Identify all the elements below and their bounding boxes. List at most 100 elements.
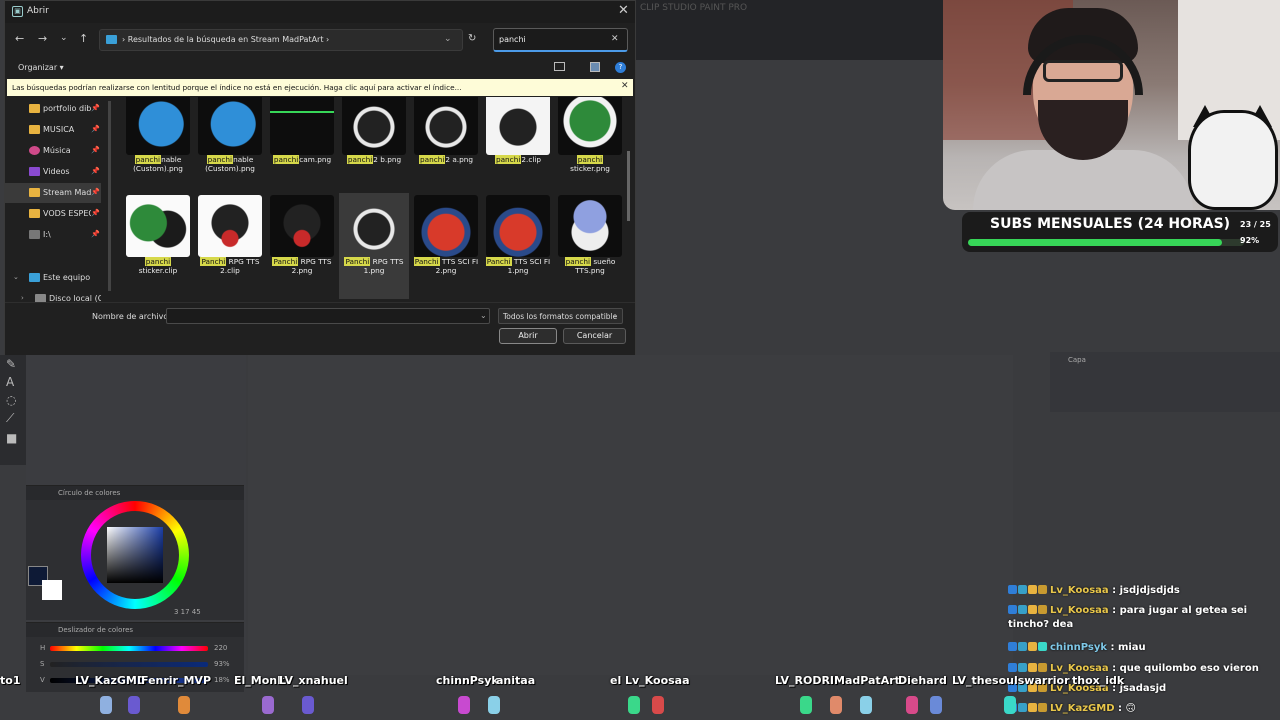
sidebar-item-stream[interactable]: Stream MadP 📌 (5, 183, 101, 203)
file-tile[interactable]: panchinable (Custom).png (123, 97, 193, 197)
file-thumbnail (558, 97, 622, 155)
chat-username[interactable]: chinnPsyk (1050, 642, 1107, 653)
command-bar: Organizar ▾ ? (5, 57, 635, 77)
search-box[interactable]: panchi ✕ (493, 28, 628, 52)
file-thumbnail (198, 97, 262, 155)
sidebar-item-label: Este equipo (43, 273, 91, 282)
dialog-title: Abrir (27, 6, 49, 16)
sidebar-item-vods[interactable]: VODS ESPECI 📌 (5, 204, 101, 224)
color-swatch-icon[interactable]: ■ (6, 431, 17, 445)
file-tile[interactable]: panchi sticker.clip (123, 193, 193, 299)
forward-arrow-icon[interactable]: → (38, 32, 47, 45)
file-tile[interactable]: Panchi RPG TTS 2.png (267, 193, 337, 299)
chevron-down-icon[interactable]: ⌄ (444, 34, 452, 44)
file-tile[interactable]: panchicam.png (267, 97, 337, 197)
file-thumbnail (126, 195, 190, 257)
text-tool-icon[interactable]: A (6, 375, 14, 389)
sidebar-item-drive-i[interactable]: I:\ 📌 (5, 225, 101, 245)
refresh-icon[interactable]: ↻ (468, 33, 476, 44)
viewer-sprite (302, 696, 314, 714)
help-icon[interactable]: ? (615, 62, 626, 73)
file-tile[interactable]: panchi2 b.png (339, 97, 409, 197)
index-info-bar[interactable]: Las búsquedas podrían realizarse con len… (7, 79, 633, 96)
navigation-bar: ← → ⌄ ↑ › Resultados de la búsqueda en S… (5, 25, 635, 55)
chevron-down-icon[interactable]: ⌄ (13, 273, 19, 281)
subs-progress-track (968, 239, 1244, 246)
file-tile[interactable]: panchi sticker.png (555, 97, 625, 197)
chevron-down-icon: ⌄ (612, 311, 618, 319)
file-tile[interactable]: panchi2.clip (483, 97, 553, 197)
sidebar-item-musica-library[interactable]: Música 📌 (5, 141, 101, 161)
lasso-tool-icon[interactable]: ◌ (6, 393, 16, 407)
sidebar-item-this-pc[interactable]: ⌄ Este equipo (5, 268, 101, 288)
viewer-sprite (128, 696, 140, 714)
sidebar-item-portfolio[interactable]: portfolio dib 📌 (5, 99, 101, 119)
back-arrow-icon[interactable]: ← (15, 32, 24, 45)
cancel-button[interactable]: Cancelar (563, 328, 626, 344)
viewer-sprite (860, 696, 872, 714)
address-path: › Resultados de la búsqueda en Stream Ma… (122, 35, 330, 44)
color-wheel[interactable] (81, 501, 189, 609)
dialog-titlebar[interactable]: ▣ Abrir ✕ (5, 1, 635, 23)
slider-value-h: 220 (214, 644, 228, 652)
chevron-right-icon[interactable]: › (21, 294, 24, 302)
viewer-sprite (906, 696, 918, 714)
color-slider-tab[interactable]: Deslizador de colores (26, 623, 244, 637)
file-name: panchinable (Custom).png (133, 155, 183, 173)
slider-label-h: H (40, 644, 46, 652)
chevron-down-icon[interactable]: ⌄ (480, 311, 487, 320)
file-thumbnail (414, 195, 478, 257)
pin-icon: 📌 (91, 104, 100, 112)
background-color-swatch[interactable] (42, 580, 62, 600)
canvas-area[interactable] (248, 355, 1013, 675)
subs-goal-widget: SUBS MENSUALES (24 HORAS) 23 / 25 92% (962, 212, 1278, 252)
viewer-name: Lv_Koosaa (625, 674, 690, 687)
preview-pane-icon[interactable] (590, 62, 600, 72)
brush-tool-icon[interactable]: ⟋ (6, 411, 14, 426)
up-arrow-icon[interactable]: ↑ (79, 32, 88, 45)
chat-message: Lv_Koosaa : para jugar al getea sei tinc… (1008, 604, 1280, 632)
layer-tab[interactable]: Capa (1068, 356, 1086, 364)
address-bar[interactable]: › Resultados de la búsqueda en Stream Ma… (99, 29, 463, 51)
saturation-square[interactable] (107, 527, 163, 583)
close-icon[interactable]: ✕ (618, 3, 629, 18)
file-tile[interactable]: Panchi RPG TTS 2.clip (195, 193, 265, 299)
sidebar-item-musica[interactable]: MUSICA 📌 (5, 120, 101, 140)
sidebar-scrollbar[interactable] (108, 101, 111, 291)
file-tile-hovered[interactable]: Panchi RPG TTS 1.png (339, 193, 409, 299)
color-circle-tab[interactable]: Círculo de colores (26, 486, 244, 500)
file-tile[interactable]: Panchi TTS SCI FI 2.png (411, 193, 481, 299)
open-file-dialog: ▣ Abrir ✕ ← → ⌄ ↑ › Resultados de la bús… (4, 0, 636, 355)
filename-input[interactable] (166, 308, 490, 324)
app-title: CLIP STUDIO PAINT PRO (640, 3, 748, 13)
file-tile[interactable]: panchinable (Custom).png (195, 97, 265, 197)
chat-username[interactable]: Lv_Koosaa (1050, 605, 1109, 616)
sidebar-item-videos[interactable]: Videos 📌 (5, 162, 101, 182)
file-thumbnail (342, 97, 406, 155)
chevron-down-icon[interactable]: ⌄ (60, 33, 68, 43)
search-input[interactable]: panchi (499, 35, 526, 44)
open-button[interactable]: Abrir (499, 328, 557, 344)
drive-icon (29, 230, 40, 239)
file-tile[interactable]: panchi sueño TTS.png (555, 193, 625, 299)
organize-menu[interactable]: Organizar ▾ (18, 63, 64, 72)
view-options-icon[interactable] (554, 62, 565, 71)
sidebar-item-label: MUSICA (43, 125, 75, 134)
viewer-name: LV_KazGMD (75, 674, 146, 687)
file-type-select[interactable]: Todos los formatos compatible ⌄ (498, 308, 623, 324)
file-tile[interactable]: panchi2 a.png (411, 97, 481, 197)
pin-icon: 📌 (91, 230, 100, 238)
saturation-slider[interactable] (50, 662, 208, 667)
file-tile[interactable]: Panchi TTS SCI FI 1.png (483, 193, 553, 299)
close-icon[interactable]: ✕ (621, 81, 629, 91)
pin-icon: 📌 (91, 209, 100, 217)
clear-search-icon[interactable]: ✕ (611, 34, 619, 44)
hue-slider[interactable] (50, 646, 208, 651)
pen-tool-icon[interactable]: ✎ (6, 357, 16, 371)
file-list-scrollbar[interactable] (627, 151, 630, 221)
file-name: panchi2 b.png (346, 155, 402, 164)
subs-goal-percent: 92% (1240, 236, 1260, 245)
chat-username[interactable]: Lv_Koosaa (1050, 585, 1109, 596)
file-name: panchicam.png (272, 155, 332, 164)
rgb-readout: 3 17 45 (174, 608, 201, 616)
